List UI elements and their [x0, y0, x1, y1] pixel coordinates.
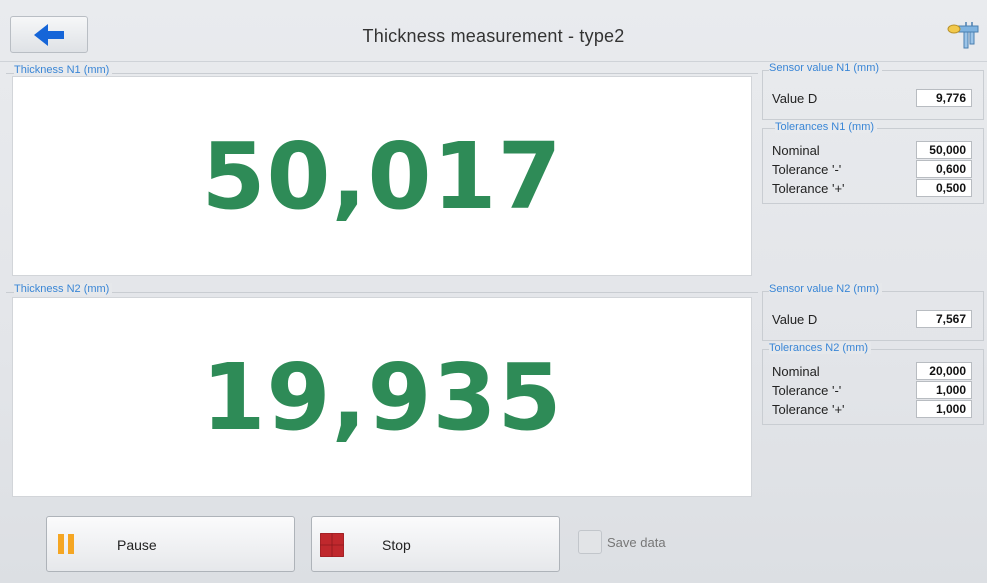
tolerances-n1-group: Nominal 50,000 Tolerance '-' 0,600 Toler… [762, 128, 984, 204]
tolerance-minus-n1-field: 0,600 [916, 160, 972, 178]
tolerance-minus-n2-field: 1,000 [916, 381, 972, 399]
tolerances-n2-group: Nominal 20,000 Tolerance '-' 1,000 Toler… [762, 349, 984, 425]
caliper-icon[interactable] [946, 20, 980, 50]
tolerance-plus-label: Tolerance '+' [772, 402, 845, 417]
pause-icon [58, 534, 74, 554]
stop-button[interactable]: Stop [311, 516, 560, 572]
value-d-n1-field: 9,776 [916, 89, 972, 107]
divider [6, 73, 758, 74]
tolerance-plus-n2-field: 1,000 [916, 400, 972, 418]
stop-icon [320, 533, 344, 557]
save-data-checkbox[interactable] [578, 530, 602, 554]
sensor-n1-group: Value D 9,776 [762, 70, 984, 120]
value-d-label: Value D [772, 91, 818, 106]
nominal-label: Nominal [772, 143, 820, 158]
tolerance-minus-label: Tolerance '-' [772, 383, 842, 398]
pause-label: Pause [117, 537, 157, 553]
pause-button[interactable]: Pause [46, 516, 295, 572]
thickness-n1-panel: 50,017 [12, 76, 752, 276]
divider [6, 292, 758, 293]
tolerance-minus-label: Tolerance '-' [772, 162, 842, 177]
nominal-label: Nominal [772, 364, 820, 379]
stop-label: Stop [382, 537, 411, 553]
thickness-n2-panel: 19,935 [12, 297, 752, 497]
tolerance-plus-n1-field: 0,500 [916, 179, 972, 197]
sensor-n2-group: Value D 7,567 [762, 291, 984, 341]
title-bar: Thickness measurement - type2 [0, 0, 987, 62]
page-title: Thickness measurement - type2 [362, 26, 625, 46]
save-data-label: Save data [607, 535, 666, 550]
thickness-n2-label: Thickness N2 (mm) [14, 283, 113, 295]
tolerance-plus-label: Tolerance '+' [772, 181, 845, 196]
thickness-n1-label: Thickness N1 (mm) [14, 64, 113, 76]
thickness-n1-value: 50,017 [201, 122, 563, 230]
thickness-n2-value: 19,935 [201, 343, 563, 451]
nominal-n2-field: 20,000 [916, 362, 972, 380]
value-d-label: Value D [772, 312, 818, 327]
nominal-n1-field: 50,000 [916, 141, 972, 159]
value-d-n2-field: 7,567 [916, 310, 972, 328]
